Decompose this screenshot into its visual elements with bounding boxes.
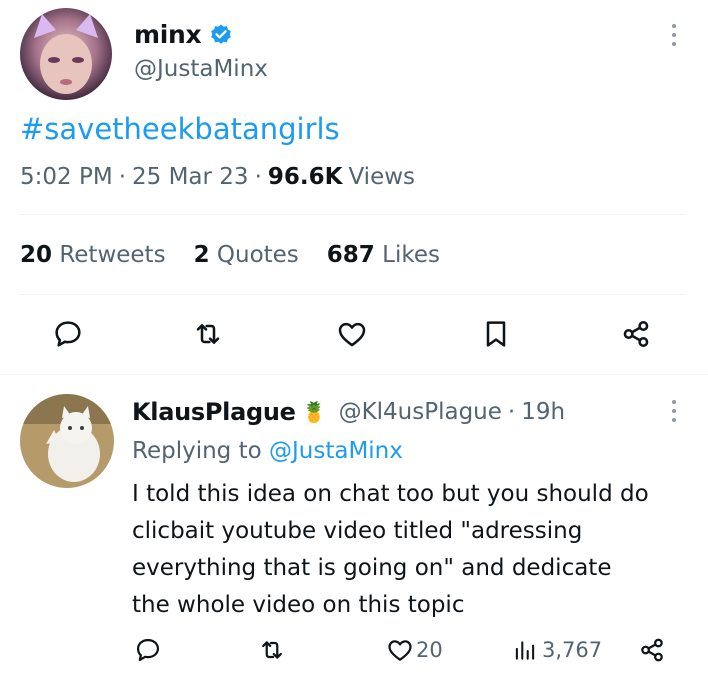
reply-more-options-icon[interactable] bbox=[668, 398, 680, 424]
like-icon[interactable] bbox=[336, 318, 368, 350]
reply-views-button[interactable]: 3,767 bbox=[512, 636, 602, 664]
quotes-stat[interactable]: 2 Quotes bbox=[194, 242, 299, 268]
replying-to-handle[interactable]: @JustaMinx bbox=[269, 438, 403, 464]
reply-author-avatar[interactable] bbox=[20, 394, 114, 488]
tweet-stats: 20 Retweets 2 Quotes 687 Likes bbox=[20, 242, 440, 268]
tweet-hashtag[interactable]: #savetheekbatangirls bbox=[20, 112, 340, 146]
views-label: Views bbox=[348, 164, 416, 190]
views-count: 96.6K bbox=[267, 164, 343, 190]
reply-time[interactable]: 19h bbox=[521, 399, 565, 425]
reply-like-icon bbox=[386, 636, 414, 664]
verified-badge-icon bbox=[209, 23, 233, 47]
meta-separator: · bbox=[254, 164, 262, 190]
author-handle[interactable]: @JustaMinx bbox=[134, 56, 268, 82]
reply-like-button[interactable]: 20 bbox=[386, 636, 443, 664]
tweet-time[interactable]: 5:02 PM bbox=[20, 164, 113, 190]
tweet-meta: 5:02 PM · 25 Mar 23 · 96.6K Views bbox=[20, 164, 415, 190]
reply-reply-icon[interactable] bbox=[134, 636, 162, 664]
divider bbox=[20, 294, 686, 295]
divider bbox=[0, 374, 708, 375]
tweet-date[interactable]: 25 Mar 23 bbox=[132, 164, 249, 190]
more-options-icon[interactable] bbox=[668, 22, 680, 48]
replying-to: Replying to @JustaMinx bbox=[132, 438, 403, 464]
retweets-stat[interactable]: 20 Retweets bbox=[20, 242, 166, 268]
likes-stat[interactable]: 687 Likes bbox=[327, 242, 440, 268]
retweet-icon[interactable] bbox=[192, 318, 224, 350]
reply-like-count: 20 bbox=[416, 638, 443, 662]
reply-views-count: 3,767 bbox=[542, 638, 603, 662]
divider bbox=[20, 214, 686, 215]
reply-text: I told this idea on chat too but you sho… bbox=[132, 481, 649, 618]
author-avatar[interactable] bbox=[20, 8, 112, 100]
reply-author-name[interactable]: KlausPlague bbox=[132, 398, 296, 426]
pineapple-icon: 🍍 bbox=[301, 400, 327, 424]
author-name[interactable]: minx bbox=[134, 20, 202, 49]
bookmark-icon[interactable] bbox=[480, 318, 512, 350]
share-icon[interactable] bbox=[620, 318, 652, 350]
reply-icon[interactable] bbox=[52, 318, 84, 350]
reply-retweet-icon[interactable] bbox=[258, 636, 286, 664]
reply-share-icon[interactable] bbox=[638, 636, 666, 664]
meta-separator: · bbox=[118, 164, 126, 190]
views-chart-icon bbox=[512, 636, 538, 664]
meta-separator: · bbox=[507, 399, 516, 425]
reply-author-handle[interactable]: @Kl4usPlague bbox=[339, 399, 502, 425]
